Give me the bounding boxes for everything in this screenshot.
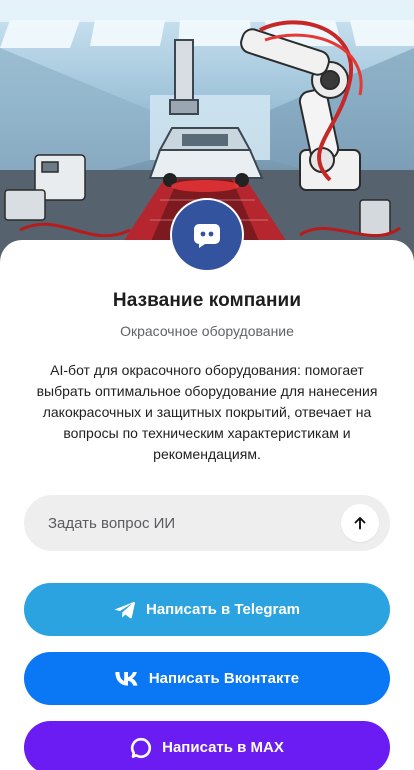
vk-button[interactable]: Написать Вконтакте: [24, 652, 390, 705]
max-icon: [130, 737, 152, 759]
arrow-up-icon: [354, 517, 366, 530]
chat-bubble-icon: [194, 224, 220, 248]
telegram-button[interactable]: Написать в Telegram: [24, 583, 390, 636]
avatar-circle: [172, 200, 242, 270]
company-name: Название компании: [112, 290, 302, 311]
company-description: AI-бот для окрасочного оборудования: пом…: [36, 362, 378, 462]
max-button[interactable]: Написать в MAX: [24, 721, 390, 770]
page: Название компании Окрасочное оборудовани…: [0, 0, 414, 770]
vk-icon: [115, 671, 139, 686]
send-button[interactable]: [341, 504, 379, 542]
company-category: Окрасочное оборудование: [120, 323, 294, 339]
avatar: [170, 198, 244, 272]
ask-ai-input[interactable]: Задать вопрос ИИ: [24, 495, 390, 551]
ask-ai-placeholder[interactable]: Задать вопрос ИИ: [48, 515, 390, 532]
max-button-label: Написать в MAX: [162, 739, 284, 756]
telegram-button-label: Написать в Telegram: [145, 601, 301, 618]
telegram-icon: [114, 600, 136, 620]
vk-button-label: Написать Вконтакте: [148, 670, 300, 687]
